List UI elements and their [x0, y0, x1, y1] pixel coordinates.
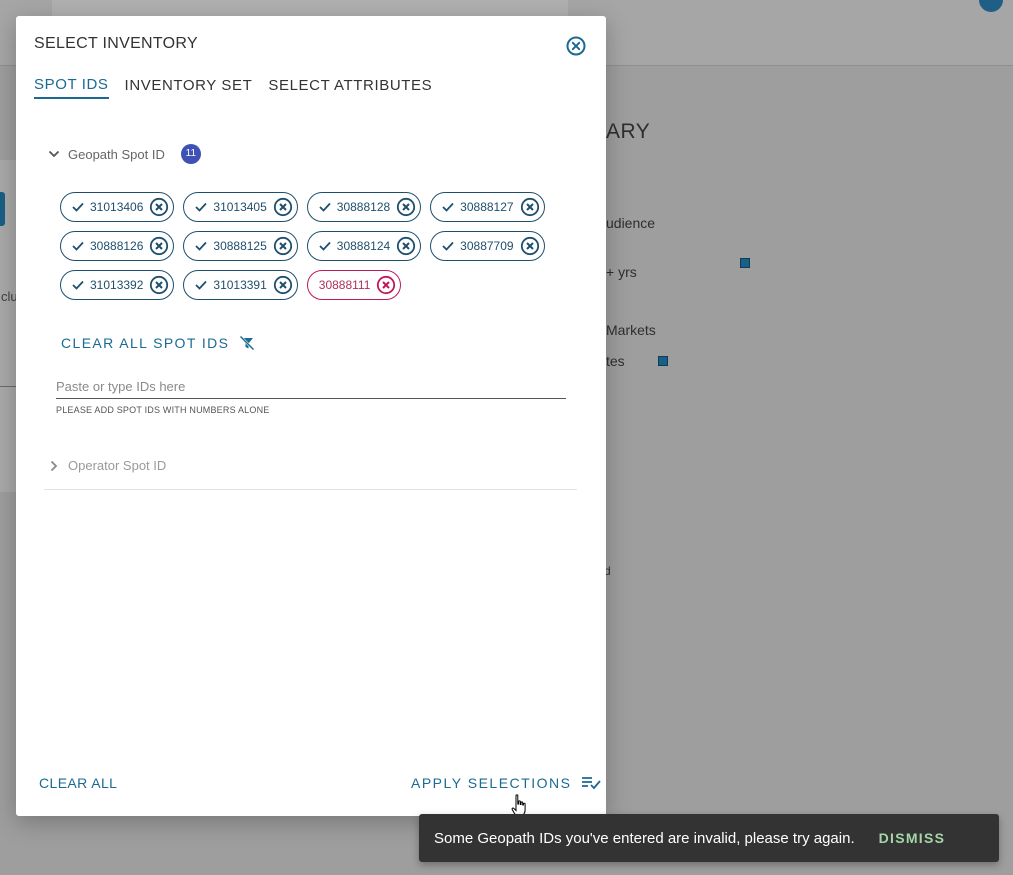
close-circle-icon	[377, 275, 396, 295]
playlist-check-icon	[582, 777, 602, 790]
summary-item-age: + yrs	[606, 264, 637, 280]
dismiss-button[interactable]: DISMISS	[879, 830, 946, 846]
remove-icon	[740, 258, 750, 268]
check-icon	[72, 280, 84, 290]
dialog-title: SELECT INVENTORY	[34, 35, 198, 52]
close-circle-icon	[273, 275, 292, 295]
clear-all-button[interactable]: CLEAR ALL	[39, 775, 117, 791]
chip-remove-button[interactable]	[520, 197, 540, 217]
chip-label: 30888125	[213, 239, 267, 253]
chip-row: 31013392 31013391 30888111	[60, 270, 580, 300]
close-circle-icon	[397, 236, 416, 256]
clear-all-spot-ids-label: CLEAR ALL SPOT IDS	[61, 335, 230, 351]
chip-remove-button[interactable]	[273, 275, 293, 295]
operator-section-toggle[interactable]: Operator Spot ID	[48, 458, 166, 473]
geopath-section-label: Geopath Spot ID	[68, 146, 165, 162]
chip-label: 31013392	[90, 278, 144, 292]
left-panel-divider	[0, 386, 16, 387]
chip-label: 31013405	[213, 200, 267, 214]
geopath-section-toggle[interactable]: Geopath Spot ID 11	[48, 144, 201, 164]
filter-off-icon	[239, 335, 255, 351]
spot-id-chip: 30887709	[430, 231, 545, 261]
chip-remove-button[interactable]	[376, 275, 396, 295]
chip-row: 30888126 30888125 30888124 30887709	[60, 231, 580, 261]
check-icon	[195, 241, 208, 251]
spot-id-input[interactable]	[56, 374, 566, 399]
tab-bar: SPOT IDS INVENTORY SET SELECT ATTRIBUTES	[34, 76, 432, 99]
check-icon	[72, 202, 84, 212]
check-icon	[72, 241, 84, 251]
summary-item-audience: udience	[606, 215, 656, 231]
close-circle-icon	[520, 197, 539, 217]
select-inventory-dialog: SELECT INVENTORY SPOT IDS INVENTORY SET …	[16, 16, 606, 817]
summary-title: ARY	[606, 120, 651, 143]
check-icon	[442, 241, 454, 251]
remove-icon	[658, 356, 668, 366]
close-circle-icon	[566, 36, 586, 56]
chip-label: 30888111	[318, 278, 371, 292]
close-circle-icon	[150, 275, 169, 295]
chip-remove-button[interactable]	[149, 275, 169, 295]
chip-label: 30887709	[460, 239, 514, 253]
spot-id-count-badge: 11	[180, 144, 201, 164]
tab-spot-ids[interactable]: SPOT IDS	[34, 76, 109, 99]
spot-id-chip: 30888127	[430, 192, 545, 222]
close-circle-icon	[397, 197, 416, 217]
left-panel-button	[0, 192, 5, 226]
spot-id-chip: 31013392	[60, 270, 175, 300]
chip-remove-button[interactable]	[396, 236, 416, 256]
chip-row: 31013406 31013405 30888128 30888127	[60, 192, 580, 222]
check-icon	[319, 241, 331, 251]
summary-item-states: tes	[606, 353, 625, 369]
chip-label: 30888127	[460, 200, 514, 214]
check-icon	[195, 202, 208, 212]
spot-id-chip: 30888128	[306, 192, 422, 222]
check-icon	[319, 202, 331, 212]
apply-selections-button[interactable]: APPLY SELECTIONS	[411, 775, 602, 791]
chip-label: 30888128	[336, 200, 391, 214]
chip-label: 30888126	[90, 239, 144, 253]
spot-id-chip-list: 31013406 31013405 30888128 30888127 3088…	[60, 192, 580, 309]
chevron-right-icon	[50, 460, 58, 471]
chevron-down-icon	[48, 150, 60, 158]
chip-remove-button[interactable]	[520, 236, 540, 256]
spot-id-chip: 31013406	[60, 192, 175, 222]
check-icon	[442, 202, 454, 212]
help-icon	[979, 0, 1003, 12]
spot-id-hint: PLEASE ADD SPOT IDS WITH NUMBERS ALONE	[56, 405, 270, 415]
spot-id-chip: 30888126	[60, 231, 175, 261]
spot-id-chip: 30888124	[306, 231, 422, 261]
close-circle-icon	[273, 197, 292, 217]
close-circle-icon	[150, 236, 169, 256]
close-circle-icon	[273, 236, 292, 256]
clear-all-spot-ids-button[interactable]: CLEAR ALL SPOT IDS	[61, 335, 255, 351]
section-divider	[44, 489, 577, 490]
chip-label: 30888124	[336, 239, 391, 253]
tab-select-attributes[interactable]: SELECT ATTRIBUTES	[268, 76, 432, 99]
error-snackbar: Some Geopath IDs you've entered are inva…	[419, 814, 999, 862]
chip-label: 31013391	[213, 278, 267, 292]
apply-selections-label: APPLY SELECTIONS	[411, 775, 572, 791]
chip-remove-button[interactable]	[149, 197, 169, 217]
close-circle-icon	[150, 197, 169, 217]
summary-item-markets: Markets	[606, 322, 656, 338]
spot-id-chip: 31013405	[183, 192, 298, 222]
tab-inventory-set[interactable]: INVENTORY SET	[125, 76, 253, 99]
spot-id-chip: 30888125	[183, 231, 298, 261]
close-button[interactable]	[566, 36, 586, 56]
operator-section-label: Operator Spot ID	[68, 458, 167, 473]
spot-id-chip: 31013391	[183, 270, 298, 300]
spot-id-chip-invalid: 30888111	[306, 270, 402, 300]
chip-remove-button[interactable]	[396, 197, 416, 217]
chip-remove-button[interactable]	[149, 236, 169, 256]
chip-remove-button[interactable]	[273, 236, 293, 256]
check-icon	[195, 280, 208, 290]
chip-label: 31013406	[90, 200, 144, 214]
close-circle-icon	[520, 236, 539, 256]
chip-remove-button[interactable]	[273, 197, 293, 217]
snackbar-message: Some Geopath IDs you've entered are inva…	[434, 829, 855, 847]
